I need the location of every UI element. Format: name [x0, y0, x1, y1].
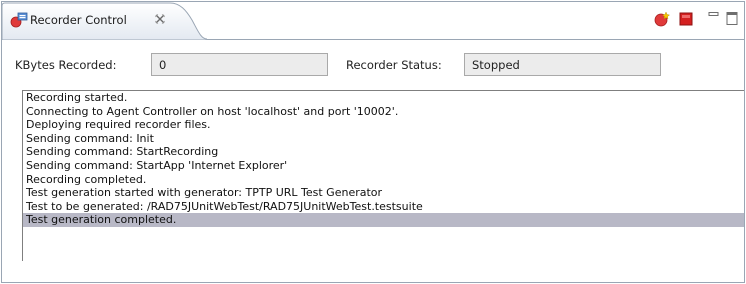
log-line[interactable]: Test generation started with generator: … — [23, 186, 744, 200]
log-line[interactable]: Test to be generated: /RAD75JUnitWebTest… — [23, 200, 744, 214]
tab-recorder-control[interactable]: Recorder Control — [2, 2, 207, 40]
log-line[interactable]: Deploying required recorder files. — [23, 118, 744, 132]
recorder-icon — [10, 12, 28, 28]
log-line[interactable]: Recording completed. — [23, 173, 744, 187]
minimize-icon[interactable] — [706, 11, 722, 27]
maximize-icon[interactable] — [724, 11, 740, 27]
kbytes-recorded-field: 0 — [151, 53, 328, 76]
log-line[interactable]: Sending command: Init — [23, 132, 744, 146]
view-tab-bar: Recorder Control — [2, 2, 744, 40]
start-recording-icon[interactable] — [654, 11, 670, 27]
log-line-selected[interactable]: Test generation completed. — [23, 213, 744, 227]
kbytes-recorded-label: KBytes Recorded: — [15, 58, 117, 72]
log-line[interactable]: Connecting to Agent Controller on host '… — [23, 105, 744, 119]
close-icon[interactable] — [154, 13, 166, 25]
log-line[interactable]: Sending command: StartRecording — [23, 145, 744, 159]
recorder-control-view: Recorder Control KBytes Recorded: 0 Reco… — [1, 1, 745, 283]
recorder-status-fields: KBytes Recorded: 0 Recorder Status: Stop… — [2, 41, 744, 85]
tab-title: Recorder Control — [30, 13, 127, 27]
recorder-log[interactable]: Recording started. Connecting to Agent C… — [22, 90, 744, 261]
recorder-status-field: Stopped — [464, 53, 661, 76]
stop-recording-icon[interactable] — [678, 11, 694, 27]
recorder-status-label: Recorder Status: — [346, 58, 442, 72]
log-line[interactable]: Sending command: StartApp 'Internet Expl… — [23, 159, 744, 173]
log-line[interactable]: Recording started. — [23, 91, 744, 105]
view-toolbar — [654, 10, 744, 30]
